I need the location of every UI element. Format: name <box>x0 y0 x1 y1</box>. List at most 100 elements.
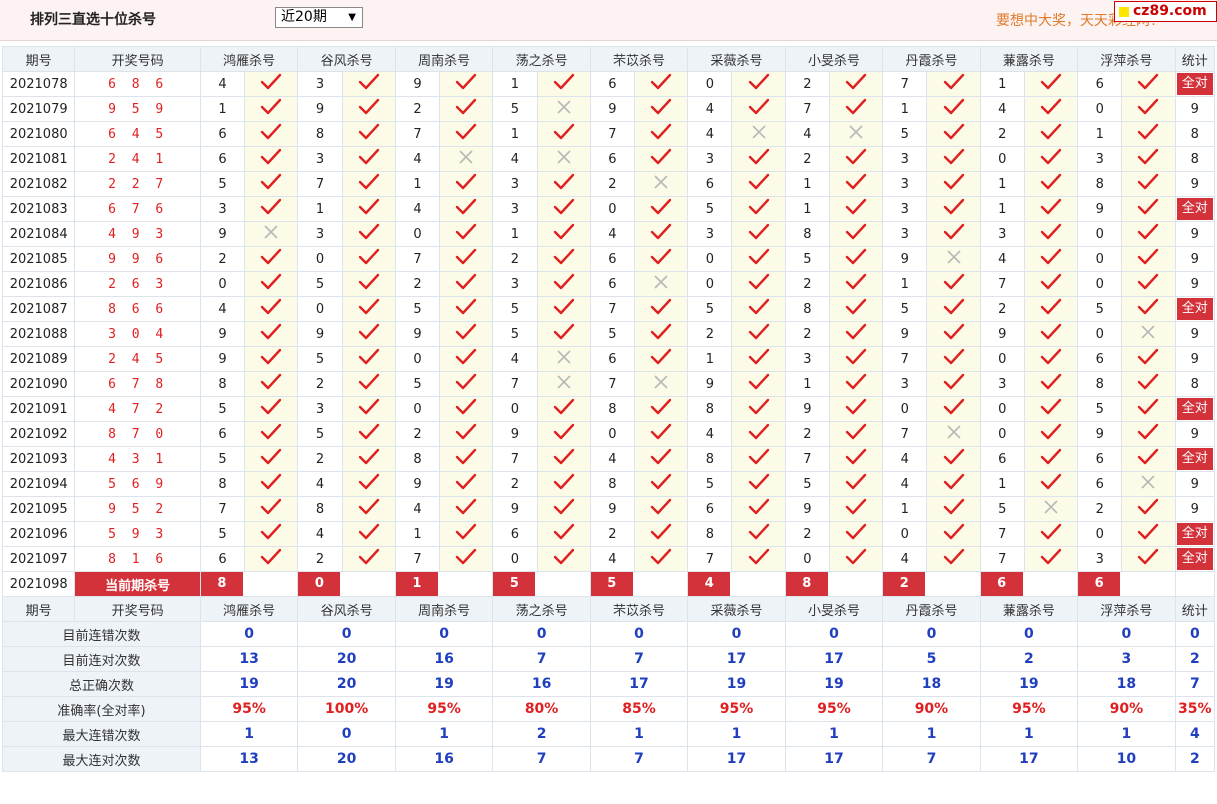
check-icon <box>1040 523 1062 540</box>
header-expert: 蒹露杀号 <box>979 46 1079 72</box>
result-mark-cell <box>439 546 494 572</box>
kill-number-cell: 4 <box>882 471 928 497</box>
summary-stat-text: 2 <box>1189 651 1200 667</box>
kill-number-cell: 2 <box>784 146 830 172</box>
summary-value-text: 13 <box>239 651 259 667</box>
check-icon <box>456 298 477 315</box>
table-row: 2021091 4 7 2 5 3 0 0 8 8 9 0 0 5 全对 <box>1 396 1216 422</box>
kill-number-cell: 0 <box>687 271 733 297</box>
draw-number-cell: 9 9 6 <box>74 246 201 272</box>
current-kill-number: 1 <box>396 572 438 596</box>
check-icon <box>845 273 867 290</box>
summary-value: 19 <box>979 671 1079 697</box>
summary-value-text: 95% <box>817 701 851 717</box>
table-row: 2021094 5 6 984928554169 <box>1 471 1216 497</box>
result-mark-cell <box>634 546 689 572</box>
check-icon <box>1040 148 1062 165</box>
result-mark-cell <box>926 196 981 222</box>
result-mark-cell <box>731 96 786 122</box>
table-row: 2021096 5 9 3 5 4 1 6 2 8 2 0 7 0 全对 <box>1 521 1216 547</box>
check-icon <box>943 348 964 365</box>
result-mark-cell <box>341 446 396 472</box>
all-correct-badge: 全对 <box>1176 398 1213 420</box>
summary-label: 总正确次数 <box>2 671 201 697</box>
header-expert: 采薇杀号 <box>687 46 786 72</box>
summary-stat: 7 <box>1174 671 1216 697</box>
kill-number-cell: 7 <box>492 371 538 397</box>
cross-icon <box>1141 475 1156 489</box>
period-select[interactable]: 近20期 ▼ <box>275 7 363 28</box>
summary-value-text: 1 <box>244 726 255 742</box>
result-mark-cell <box>244 296 299 322</box>
kill-number-cell: 5 <box>297 271 343 297</box>
summary-value-text: 1 <box>926 726 937 742</box>
result-mark-cell <box>439 146 494 172</box>
all-correct-badge: 全对 <box>1176 548 1213 570</box>
kill-number-cell: 0 <box>979 421 1025 447</box>
result-mark-cell <box>1023 421 1079 447</box>
summary-value-text: 95% <box>427 701 461 717</box>
logo-square-icon <box>1119 7 1129 17</box>
summary-value-text: 16 <box>434 751 454 767</box>
check-icon <box>1040 73 1062 90</box>
draw-number-cell: 9 5 9 <box>74 96 201 122</box>
result-mark-cell <box>1023 196 1079 222</box>
kill-number-cell: 0 <box>687 71 733 97</box>
result-mark-cell <box>341 371 396 397</box>
result-mark-cell <box>926 271 981 297</box>
kill-number-cell: 2 <box>784 271 830 297</box>
header-expert: 小旻杀号 <box>784 46 884 72</box>
result-mark-cell <box>1023 321 1079 347</box>
check-icon <box>943 448 964 465</box>
summary-value: 0 <box>687 621 786 647</box>
summary-stat-text: 4 <box>1189 726 1200 742</box>
current-kill-number: 6 <box>981 572 1023 596</box>
kill-number-cell: 2 <box>394 421 441 447</box>
result-mark-cell <box>439 421 494 447</box>
kill-number-cell: 5 <box>199 521 246 547</box>
result-mark-cell <box>634 296 689 322</box>
table-row: 2021090 6 7 882577913388 <box>1 371 1216 397</box>
top-bar: 排列三直选十位杀号 近20期 ▼ 要想中大奖，天天彩经网！ cz89.com <box>0 0 1217 41</box>
summary-value-text: 0 <box>634 626 644 642</box>
summary-stat: 2 <box>1174 646 1216 672</box>
kill-number-cell: 0 <box>589 421 636 447</box>
result-mark-cell <box>1121 246 1176 272</box>
check-icon <box>456 223 477 240</box>
kill-number-table: 期号 开奖号码 鸿雁杀号 谷风杀号 周南杀号 荡之杀号 芣苡杀号 采薇杀号 小旻杀号 丹霞杀号 蒹露… <box>1 46 1216 772</box>
summary-value-text: 7 <box>926 751 937 767</box>
kill-number-cell: 2 <box>297 446 343 472</box>
kill-number-cell: 6 <box>1077 346 1123 372</box>
kill-number-cell: 3 <box>199 196 246 222</box>
check-icon <box>261 198 282 215</box>
page-title: 排列三直选十位杀号 <box>30 12 156 28</box>
kill-number-cell: 7 <box>394 546 441 572</box>
stat-cell: 全对 <box>1174 521 1216 547</box>
result-mark-cell <box>1121 346 1176 372</box>
result-mark-cell <box>341 546 396 572</box>
kill-number-cell: 4 <box>979 246 1025 272</box>
summary-value-text: 95% <box>1012 701 1046 717</box>
check-icon <box>845 148 867 165</box>
summary-value-text: 19 <box>824 676 844 692</box>
check-icon <box>261 273 282 290</box>
kill-number-cell: 0 <box>979 146 1025 172</box>
kill-number-cell: 9 <box>589 496 636 522</box>
check-icon <box>261 173 282 190</box>
period-cell: 2021084 <box>1 221 76 247</box>
site-logo[interactable]: cz89.com <box>1114 1 1217 22</box>
current-kill-cell: 6 <box>1077 571 1176 597</box>
kill-number-cell: 6 <box>589 271 636 297</box>
check-icon <box>456 398 477 415</box>
summary-value-text: 19 <box>239 676 259 692</box>
summary-row: 最大连错次数 1 0 1 2 1 1 1 1 1 1 4 <box>2 721 1216 747</box>
summary-value-text: 19 <box>726 676 747 692</box>
summary-value-text: 7 <box>634 651 644 667</box>
kill-number-cell: 4 <box>199 296 246 322</box>
check-icon <box>650 248 672 265</box>
check-icon <box>845 448 867 465</box>
check-icon <box>1138 98 1159 115</box>
result-mark-cell <box>731 496 786 522</box>
check-icon <box>748 548 769 565</box>
result-mark-cell <box>439 196 494 222</box>
